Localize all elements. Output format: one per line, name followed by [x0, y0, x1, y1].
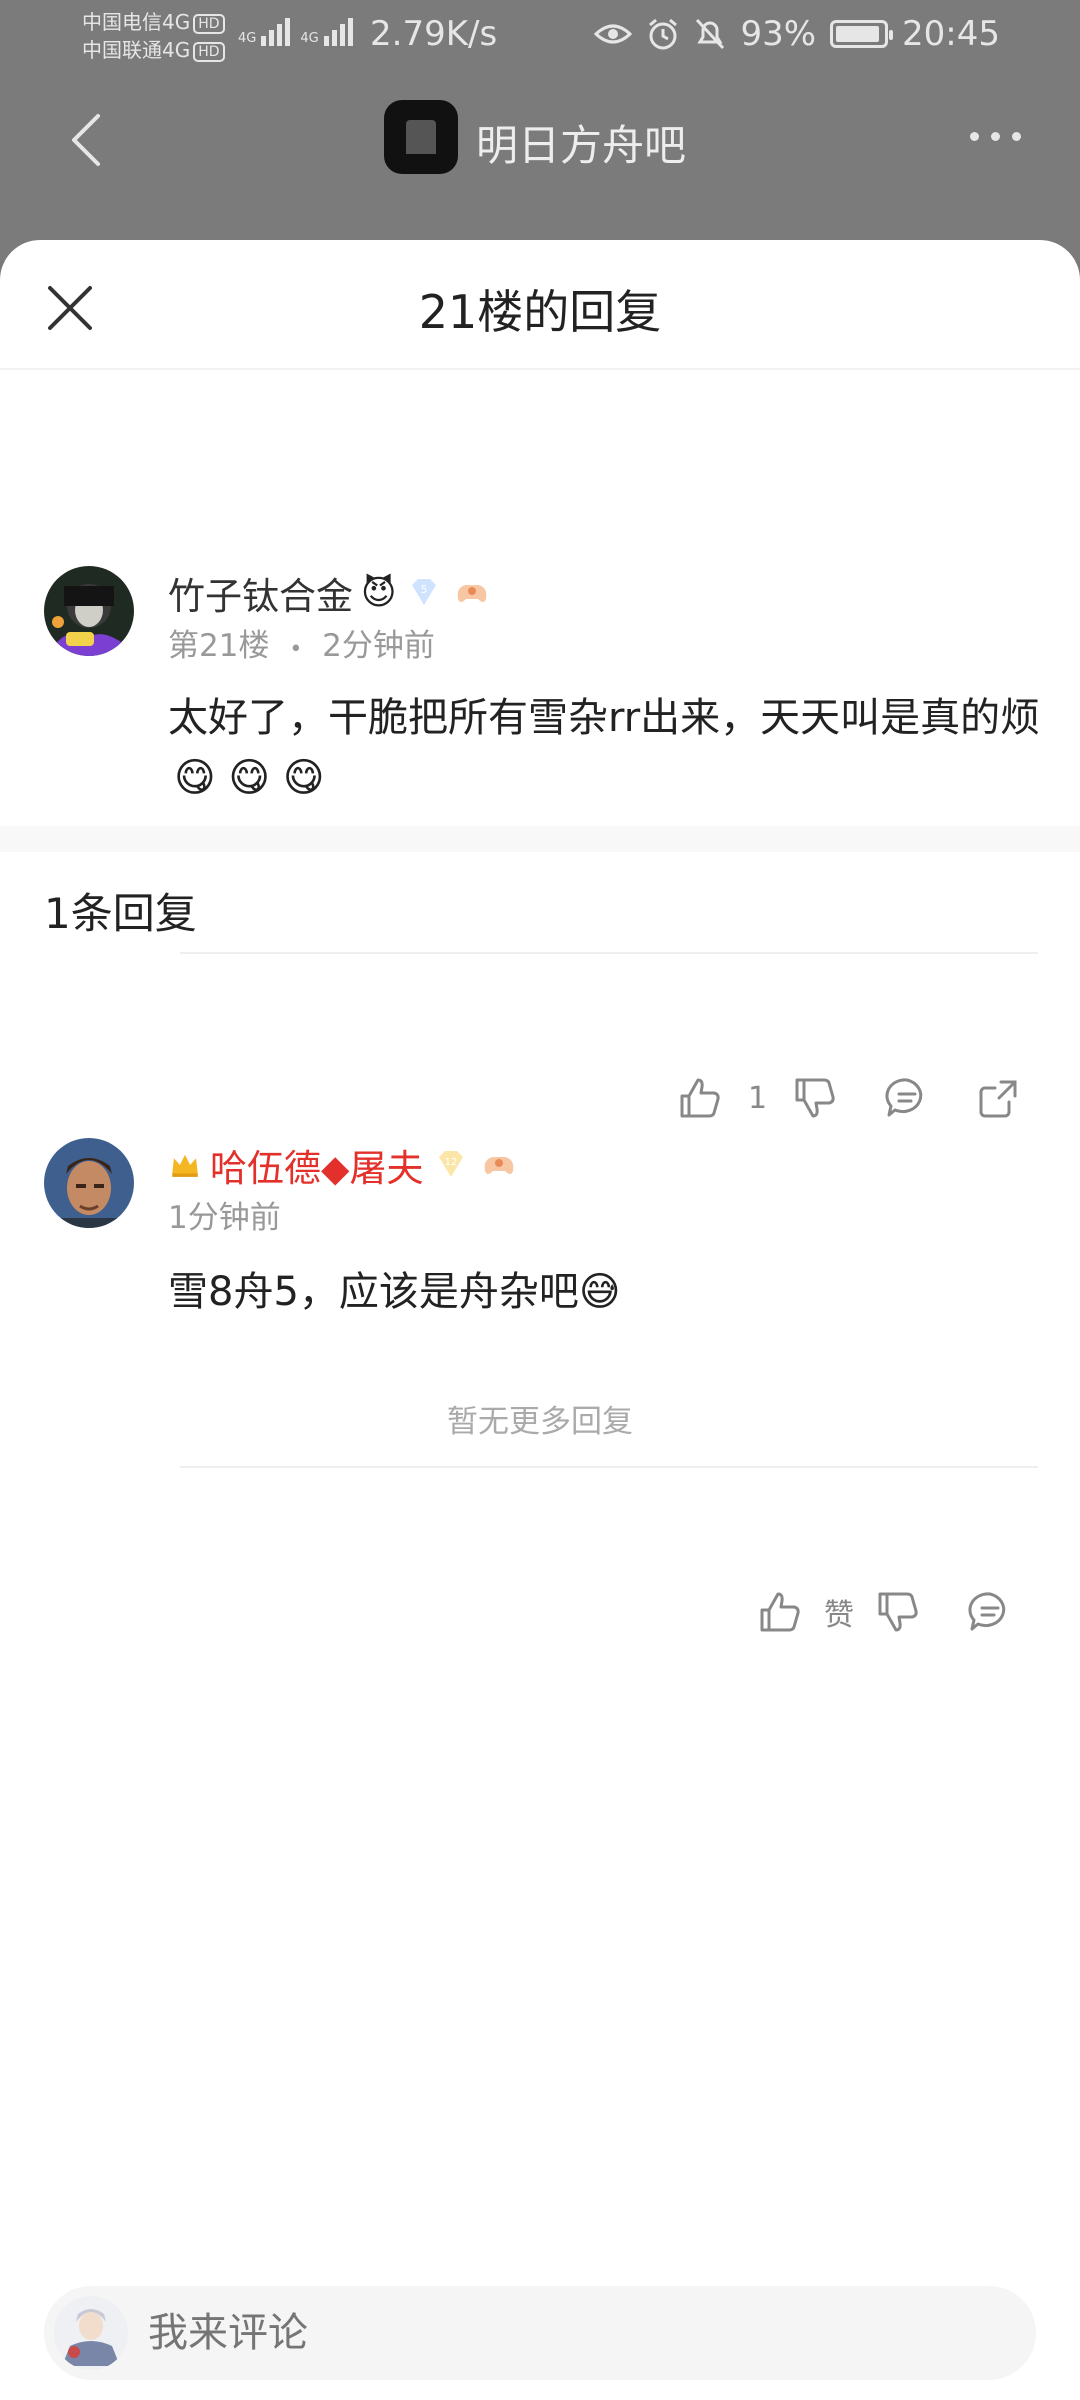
- battery-icon: [830, 20, 894, 48]
- carrier-2: 中国联通4G: [82, 38, 191, 62]
- divider: [180, 952, 1038, 954]
- network-speed: 2.79K/s: [370, 14, 498, 54]
- reply-text: 雪8舟5，应该是舟杂吧😅: [168, 1269, 621, 1315]
- forum-nav-bar: 明日方舟吧: [0, 90, 1080, 190]
- devil-emoji-icon: 😈: [361, 573, 397, 613]
- like-count: 1: [748, 1080, 768, 1116]
- carrier-1: 中国电信4G: [82, 10, 191, 34]
- mute-bell-icon: [696, 18, 725, 50]
- meta-dot: •: [289, 637, 303, 662]
- svg-text:5: 5: [421, 583, 428, 596]
- avatar[interactable]: [44, 566, 134, 656]
- forum-logo[interactable]: [384, 100, 458, 174]
- floor-number: 第21楼: [168, 628, 270, 664]
- signal-icon: 4G: [238, 18, 291, 46]
- share-icon[interactable]: [975, 1074, 1023, 1122]
- divider: [180, 1466, 1038, 1468]
- background-page: 中国电信4G HD 中国联通4G HD 4G 4G 2.79K/s 93% 20:4…: [0, 0, 1080, 260]
- sheet-header: 21楼的回复: [0, 240, 1080, 370]
- my-avatar: [54, 2296, 128, 2370]
- reply-bubble-icon[interactable]: [883, 1074, 931, 1122]
- username-row: 哈伍德◆屠夫 12: [168, 1138, 519, 1192]
- reply-count-header: 1条回复: [44, 889, 197, 938]
- thumbs-down-icon[interactable]: [791, 1074, 839, 1122]
- username-row: 竹子钛合金 😈 5: [168, 566, 492, 620]
- reply-bubble-icon[interactable]: [966, 1588, 1014, 1636]
- comment-text: 太好了，干脆把所有雪杂rr出来，天天叫是真的烦 😋 😋 😋: [168, 688, 1048, 808]
- forum-name[interactable]: 明日方舟吧: [476, 112, 686, 173]
- back-arrow-icon[interactable]: [60, 110, 120, 170]
- thumbs-up-icon[interactable]: [676, 1074, 724, 1122]
- comment-bar[interactable]: [44, 2286, 1036, 2380]
- battery-percent: 93%: [740, 14, 817, 54]
- hd-badge: HD: [193, 13, 225, 34]
- no-more-replies: 暂无更多回复: [447, 1404, 633, 1440]
- eye-icon: [594, 24, 633, 44]
- section-gap: [0, 826, 1080, 852]
- comment-meta: 第21楼 • 2分钟前: [168, 620, 435, 665]
- status-bar: 中国电信4G HD 中国联通4G HD 4G 4G 2.79K/s 93% 20:4…: [0, 0, 1080, 72]
- sheet-title: 21楼的回复: [418, 285, 662, 339]
- yum-emoji-icon: 😋 😋 😋: [174, 755, 325, 801]
- gamepad-badge-icon: [458, 585, 487, 602]
- reply-time: 1分钟前: [168, 1200, 281, 1236]
- crown-icon: [172, 1154, 198, 1177]
- comment-actions: 1: [676, 1074, 1023, 1122]
- username[interactable]: 竹子钛合金: [168, 566, 353, 620]
- clock: 20:45: [902, 14, 1000, 54]
- avatar[interactable]: [44, 1138, 134, 1228]
- carrier-info: 中国电信4G HD 中国联通4G HD: [82, 8, 225, 64]
- thumbs-up-icon[interactable]: [756, 1588, 804, 1636]
- hd-badge: HD: [193, 41, 225, 62]
- level-diamond-icon: 12: [439, 1151, 464, 1177]
- status-icons: 93% 20:45: [594, 14, 1000, 54]
- more-options-button[interactable]: [960, 116, 1030, 156]
- gamepad-badge-icon: [485, 1157, 514, 1174]
- username[interactable]: 哈伍德◆屠夫: [210, 1138, 423, 1192]
- comment-input[interactable]: [148, 2286, 948, 2380]
- alarm-icon: [649, 18, 678, 50]
- battery-fill: [836, 26, 880, 42]
- level-diamond-icon: 5: [412, 579, 437, 605]
- like-label[interactable]: 赞: [824, 1590, 854, 1634]
- signal-icons: 4G 4G: [238, 18, 353, 46]
- comment-time: 2分钟前: [322, 628, 435, 664]
- reply-sheet: 21楼的回复 竹子钛合金 😈 5 第21楼 • 2分钟前 太好了，干脆把所有雪杂…: [0, 240, 1080, 2400]
- reply-actions: 赞: [756, 1588, 1014, 1636]
- signal-icon: 4G: [300, 18, 353, 46]
- thumbs-down-icon[interactable]: [874, 1588, 922, 1636]
- comment-text-content: 太好了，干脆把所有雪杂rr出来，天天叫是真的烦: [168, 695, 1041, 741]
- svg-text:12: 12: [445, 1157, 458, 1168]
